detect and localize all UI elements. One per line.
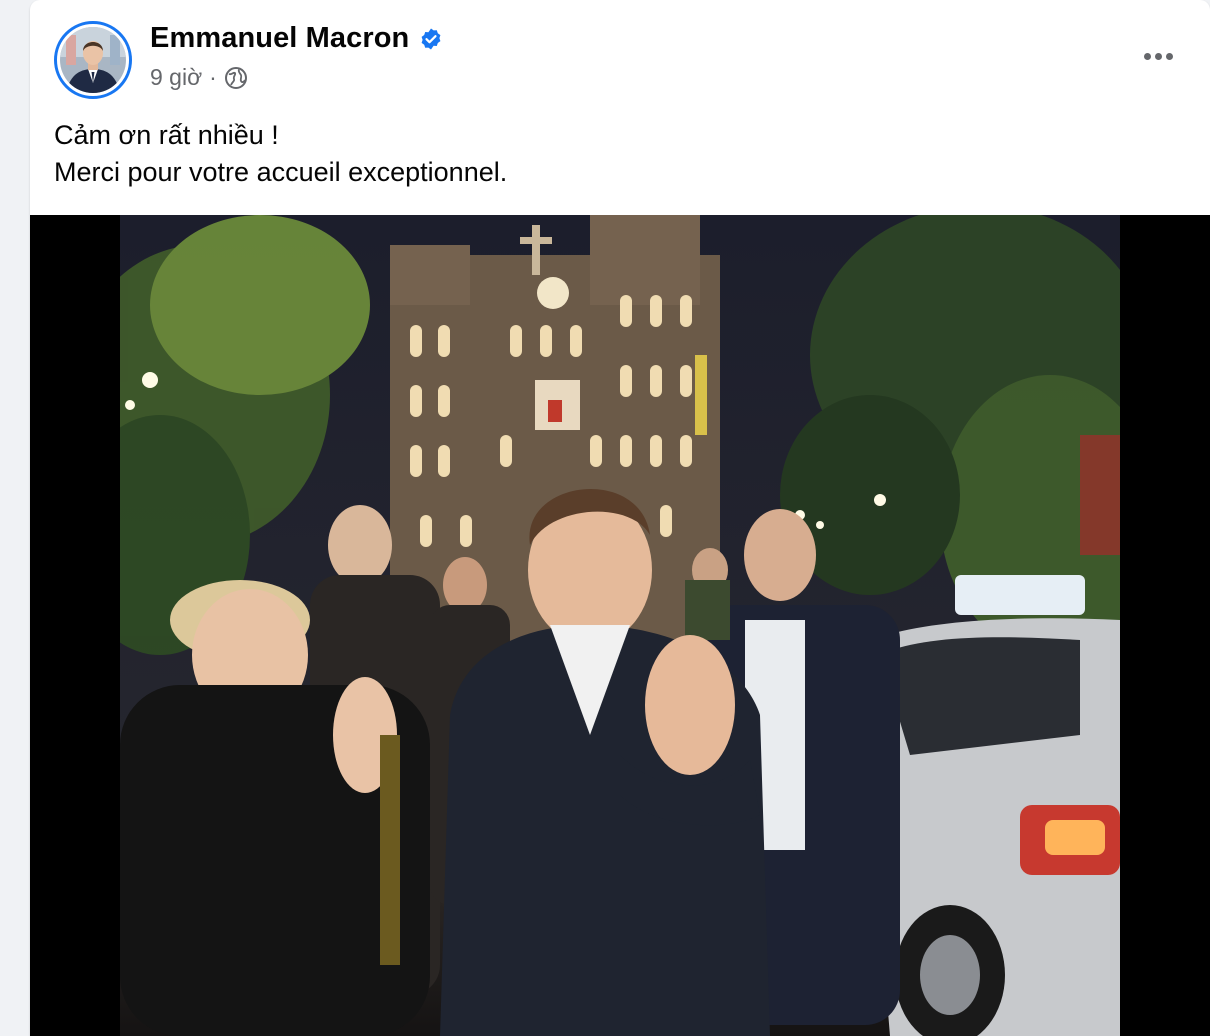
more-options-icon[interactable] [1138,44,1178,68]
facebook-post-card: Emmanuel Macron 9 giờ · Cảm ơn rất nhiều… [30,0,1210,1036]
more-dot [1154,52,1162,60]
author-name-row: Emmanuel Macron [150,22,443,55]
author-avatar[interactable] [54,21,132,99]
author-name[interactable]: Emmanuel Macron [150,22,409,55]
post-media[interactable] [30,215,1210,1036]
post-timestamp[interactable]: 9 giờ [150,64,202,91]
verified-badge-icon [421,28,441,49]
more-dot [1143,52,1151,60]
globe-icon[interactable] [224,66,248,90]
post-text-line: Cảm ơn rất nhiều ! [54,120,279,150]
post-photo[interactable] [120,215,1120,1036]
post-message: Cảm ơn rất nhiều ! Merci pour votre accu… [54,117,1154,191]
meta-separator: · [209,64,217,90]
post-text-line: Merci pour votre accueil exceptionnel. [54,157,508,187]
more-dot [1165,52,1173,60]
avatar-image [60,27,126,93]
post-meta: 9 giờ · [150,64,248,91]
